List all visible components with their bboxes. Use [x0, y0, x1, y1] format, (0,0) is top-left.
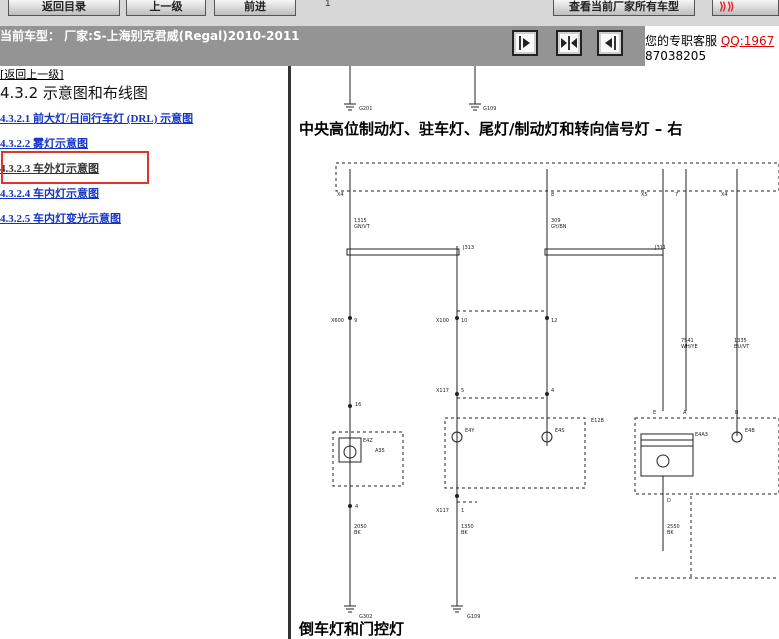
- wire-1315-a-color: GN/VT: [354, 224, 371, 230]
- expand-left-icon: [519, 36, 530, 50]
- back-to-catalog-button[interactable]: 返回目录: [8, 0, 120, 16]
- wire-1335-color: BU/VT: [734, 344, 750, 350]
- component-e4b: E4B: [745, 428, 755, 434]
- connector-x100: X100: [436, 318, 449, 324]
- connector-x117-top: X117: [436, 388, 449, 394]
- toc-item-interior-lamp-diagram[interactable]: 4.3.2.4 车内灯示意图: [0, 185, 99, 201]
- pin-12: 12: [551, 318, 557, 324]
- selected-item-highlight: [1, 151, 149, 184]
- view-all-models-button[interactable]: 查看当前厂家所有车型: [553, 0, 695, 16]
- wiring-diagram-view: G201 G109 X4 X5 X4 J313 J311 X600 X100 X…: [291, 66, 779, 639]
- current-model-label: 当前车型： 厂家:S-上海别克君威(Regal)2010-2011: [0, 29, 300, 43]
- collapse-right-icon: [605, 36, 616, 50]
- wiring-diagram: G201 G109 X4 X5 X4 J313 J311 X600 X100 X…: [331, 66, 779, 620]
- pin-8: 8: [551, 192, 554, 198]
- section-title: 4.3.2 示意图和布线图: [0, 84, 148, 102]
- toc-item-interior-dimming-diagram[interactable]: 4.3.2.5 车内灯变光示意图: [0, 210, 121, 226]
- pin-10: 10: [461, 318, 467, 324]
- back-link[interactable]: [返回上一级]: [0, 66, 64, 82]
- pin-d: D: [667, 498, 671, 504]
- wire-1350-color: BK: [461, 530, 468, 536]
- pin-1: 1: [461, 508, 464, 514]
- left-nav-panel: [返回上一级] 4.3.2 示意图和布线图 4.3.2.1 前大灯/日间行车灯 …: [0, 66, 288, 639]
- qq-link[interactable]: QQ:1967: [721, 34, 774, 48]
- pin-b: B: [735, 410, 739, 416]
- component-e12b: E12B: [591, 418, 605, 424]
- collapse-right-button[interactable]: [597, 30, 623, 56]
- model-bar: 当前车型： 厂家:S-上海别克君威(Regal)2010-2011: [0, 26, 645, 66]
- up-level-button[interactable]: 上一级: [126, 0, 206, 16]
- connector-x117-bottom: X117: [436, 508, 449, 514]
- connector-x4-left: X4: [337, 192, 344, 198]
- pin-4-upper: 4: [551, 388, 554, 394]
- component-a35: A35: [375, 448, 385, 454]
- wire-309-a-color: GY/BN: [551, 224, 567, 230]
- component-e4s: E4S: [555, 428, 565, 434]
- service-phone: 87038205: [645, 49, 707, 63]
- pin-4-lower: 4: [355, 504, 358, 510]
- diagram-title-main: 中央高位制动灯、驻车灯、尾灯/制动灯和转向信号灯 – 右: [299, 120, 683, 138]
- connector-x5: X5: [641, 192, 648, 198]
- pin-5: 5: [461, 388, 464, 394]
- expand-left-button[interactable]: [512, 30, 538, 56]
- view-button-partial[interactable]: ⟫⟫: [712, 0, 779, 16]
- connector-x4-right: X4: [721, 192, 728, 198]
- ground-label-g109-top: G109: [483, 106, 496, 112]
- top-toolbar: 返回目录 上一级 前进 1 查看当前厂家所有车型 ⟫⟫: [0, 0, 779, 26]
- forward-button[interactable]: 前进: [214, 0, 296, 16]
- pin-9: 9: [354, 318, 357, 324]
- connector-x600: X600: [331, 318, 344, 324]
- wire-7541-color: WH/YE: [681, 344, 698, 350]
- tab-marker: 1: [325, 0, 331, 9]
- pin-a: A: [683, 410, 687, 416]
- wire-2050-color: BK: [354, 530, 361, 536]
- pin-e: E: [653, 410, 656, 416]
- diagram-title-next: 倒车灯和门控灯: [299, 620, 405, 638]
- service-text: 您的专职客服: [645, 34, 721, 48]
- component-e4y: E4Y: [465, 428, 475, 434]
- toc-item-drl-diagram[interactable]: 4.3.2.1 前大灯/日间行车灯 (DRL) 示意图: [0, 110, 193, 126]
- wire-2550-color: BK: [667, 530, 674, 536]
- pin-7: 7: [675, 192, 678, 198]
- customer-service-info: 您的专职客服 QQ:1967 87038205: [645, 34, 779, 64]
- splice-j311: J311: [654, 245, 666, 251]
- splice-j313: J313: [462, 245, 474, 251]
- fit-button[interactable]: [556, 30, 582, 56]
- toc-item-fog-lamp-diagram[interactable]: 4.3.2.2 雾灯示意图: [0, 135, 88, 151]
- pin-16: 16: [355, 402, 361, 408]
- fit-icon: [561, 36, 577, 50]
- component-e4a3: E4A3: [695, 432, 708, 438]
- ground-label-g201: G201: [359, 106, 372, 112]
- ground-label-g109-bottom: G109: [467, 614, 480, 620]
- view-arrows-icon: ⟫⟫: [719, 0, 735, 13]
- component-e4z: E4Z: [363, 438, 373, 444]
